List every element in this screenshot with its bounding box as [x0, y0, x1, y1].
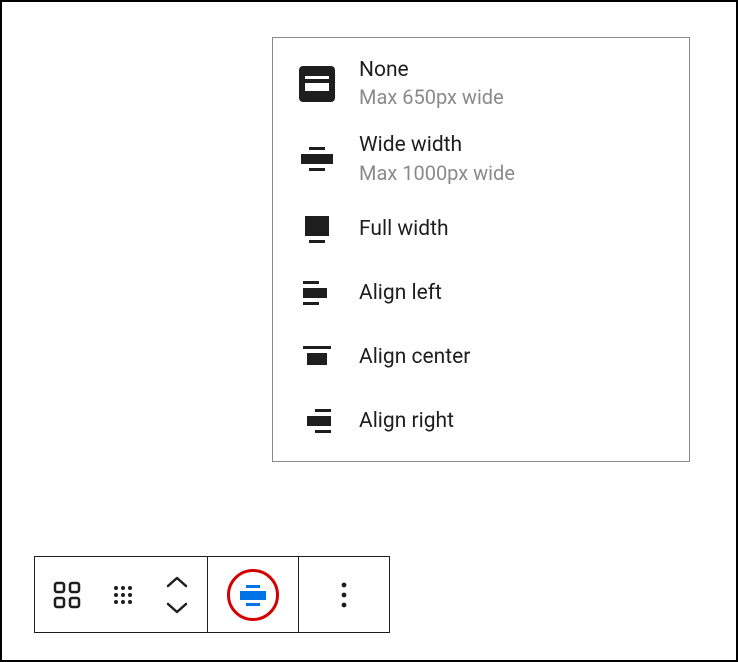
- more-options-button[interactable]: [299, 557, 389, 632]
- editor-frame: None Max 650px wide Wide width Max 1000p…: [0, 0, 738, 662]
- move-arrows: [147, 557, 207, 632]
- menu-item-sub: Max 650px wide: [359, 84, 504, 111]
- menu-item-label: None: [359, 56, 504, 84]
- align-wide-icon: [295, 137, 339, 181]
- align-wide-active-icon: [237, 579, 269, 611]
- toolbar-group-block: [35, 557, 208, 632]
- menu-item-label: Align left: [359, 279, 442, 307]
- menu-item-left[interactable]: Align left: [273, 261, 689, 325]
- align-center-icon: [295, 335, 339, 379]
- toolbar-group-align: [208, 557, 299, 632]
- chevron-up-icon[interactable]: [166, 576, 188, 588]
- align-right-icon: [295, 399, 339, 443]
- menu-item-center[interactable]: Align center: [273, 325, 689, 389]
- menu-item-label: Align right: [359, 407, 454, 435]
- block-toolbar: [34, 556, 390, 633]
- align-left-icon: [295, 271, 339, 315]
- menu-item-wide[interactable]: Wide width Max 1000px wide: [273, 121, 689, 196]
- more-vertical-icon: [340, 581, 348, 609]
- menu-item-right[interactable]: Align right: [273, 389, 689, 453]
- drag-handle-icon: [110, 582, 136, 608]
- highlight-circle: [227, 569, 279, 621]
- align-none-icon: [295, 62, 339, 106]
- align-full-icon: [295, 207, 339, 251]
- drag-handle-button[interactable]: [99, 557, 147, 632]
- block-type-button[interactable]: [35, 557, 99, 632]
- menu-item-label: Wide width: [359, 131, 515, 159]
- menu-item-label: Full width: [359, 215, 449, 243]
- grid-icon: [52, 580, 82, 610]
- chevron-down-icon[interactable]: [166, 602, 188, 614]
- toolbar-group-more: [299, 557, 389, 632]
- menu-item-full[interactable]: Full width: [273, 197, 689, 261]
- menu-item-label: Align center: [359, 343, 470, 371]
- alignment-dropdown: None Max 650px wide Wide width Max 1000p…: [272, 37, 690, 462]
- menu-item-none[interactable]: None Max 650px wide: [273, 46, 689, 121]
- change-alignment-button[interactable]: [208, 557, 298, 632]
- menu-item-sub: Max 1000px wide: [359, 160, 515, 187]
